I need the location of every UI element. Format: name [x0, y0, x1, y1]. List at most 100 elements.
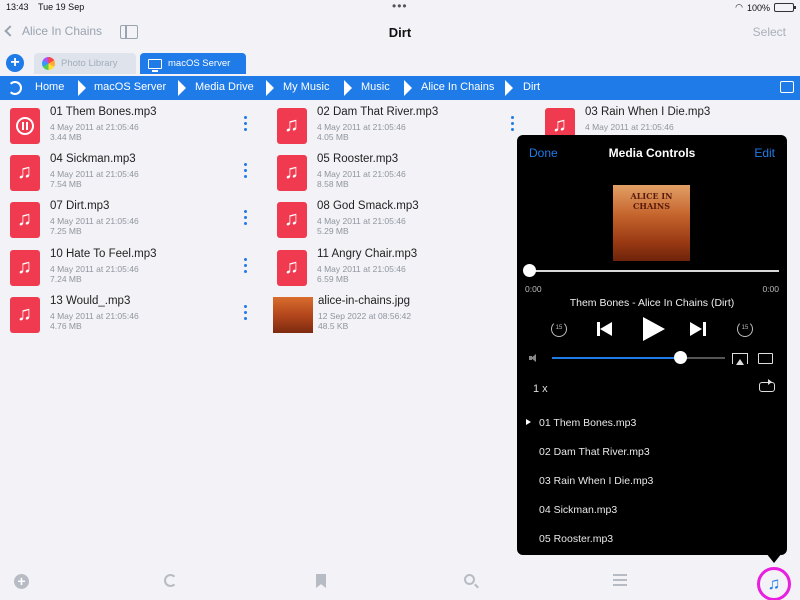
breadcrumb-home[interactable]: Home [35, 81, 64, 93]
edit-button[interactable]: Edit [754, 146, 775, 160]
skip-back-seconds: 15 [555, 325, 563, 331]
file-size: 3.44 MB [50, 132, 82, 142]
more-options-icon[interactable] [244, 210, 248, 228]
breadcrumb-my-music[interactable]: My Music [283, 81, 329, 93]
playback-speed-button[interactable]: 1 x [533, 383, 548, 395]
file-date: 4 May 2011 at 21:05:46 [585, 122, 674, 132]
file-date: 4 May 2011 at 21:05:46 [50, 264, 139, 274]
list-item[interactable]: ♫ 02 Dam That River.mp3 4 May 2011 at 21… [277, 104, 527, 148]
file-date: 4 May 2011 at 21:05:46 [317, 169, 406, 179]
music-file-icon: ♫ [10, 202, 40, 238]
skip-back-15-icon[interactable]: 15 [551, 321, 567, 337]
bookmark-icon[interactable] [316, 574, 326, 588]
list-item[interactable]: ♫ 11 Angry Chair.mp3 4 May 2011 at 21:05… [277, 246, 527, 290]
album-art-title: ALICE IN CHAINS [630, 191, 673, 211]
file-size: 7.24 MB [50, 274, 82, 284]
remaining-time: 0:00 [762, 284, 779, 294]
music-file-icon: ♫ [10, 297, 40, 333]
breadcrumb-separator-icon [505, 80, 513, 96]
breadcrumb-media-drive[interactable]: Media Drive [195, 81, 254, 93]
next-track-icon[interactable] [690, 322, 708, 336]
more-options-icon[interactable] [244, 163, 248, 181]
file-date: 4 May 2011 at 21:05:46 [317, 264, 406, 274]
add-tab-button[interactable]: + [6, 54, 24, 72]
tab-macos-server[interactable]: macOS Server [140, 53, 246, 74]
breadcrumb-music[interactable]: Music [361, 81, 390, 93]
elapsed-time: 0:00 [525, 284, 542, 294]
sort-icon[interactable] [613, 574, 627, 587]
seek-slider[interactable] [529, 270, 779, 272]
breadcrumb-separator-icon [78, 80, 86, 96]
airplay-icon[interactable] [732, 353, 748, 365]
file-size: 7.25 MB [50, 226, 82, 236]
music-note-icon[interactable]: ♫ [757, 567, 791, 600]
breadcrumb-alice-in-chains[interactable]: Alice In Chains [421, 81, 494, 93]
breadcrumb: Home macOS Server Media Drive My Music M… [0, 76, 800, 100]
file-name: alice-in-chains.jpg [318, 295, 411, 307]
queue-item[interactable]: 01 Them Bones.mp3 [539, 417, 636, 429]
skip-forward-15-icon[interactable]: 15 [737, 321, 753, 337]
file-name: 08 God Smack.mp3 [317, 200, 419, 212]
repeat-icon[interactable] [759, 379, 775, 392]
breadcrumb-macos-server[interactable]: macOS Server [94, 81, 166, 93]
popover-arrow [766, 553, 782, 563]
file-date: 4 May 2011 at 21:05:46 [317, 122, 406, 132]
volume-slider-knob[interactable] [673, 351, 687, 364]
cast-icon[interactable] [758, 353, 773, 364]
album-art: ALICE IN CHAINS [613, 185, 690, 261]
queue-item[interactable]: 02 Dam That River.mp3 [539, 446, 650, 458]
file-date: 4 May 2011 at 21:05:46 [50, 311, 139, 321]
file-size: 4.76 MB [50, 321, 82, 331]
file-size: 5.29 MB [317, 226, 349, 236]
file-name: 04 Sickman.mp3 [50, 153, 136, 165]
status-time: 13:43 [6, 2, 29, 12]
display-mode-icon[interactable] [780, 81, 794, 93]
queue-item[interactable]: 05 Rooster.mp3 [539, 533, 613, 545]
music-file-icon: ♫ [277, 155, 307, 191]
more-options-icon[interactable] [244, 116, 248, 134]
list-item[interactable]: ♫ 05 Rooster.mp3 4 May 2011 at 21:05:46 … [277, 151, 527, 195]
list-item[interactable]: ♫ 07 Dirt.mp3 4 May 2011 at 21:05:46 7.2… [10, 198, 260, 242]
tab-label: macOS Server [168, 58, 231, 69]
music-file-icon: ♫ [277, 108, 307, 144]
add-icon[interactable]: + [14, 574, 29, 589]
list-item[interactable]: ♫ 04 Sickman.mp3 4 May 2011 at 21:05:46 … [10, 151, 260, 195]
history-icon[interactable] [8, 81, 22, 95]
file-name: 01 Them Bones.mp3 [50, 106, 157, 118]
file-size: 4.05 MB [317, 132, 349, 142]
list-item[interactable]: 01 Them Bones.mp3 4 May 2011 at 21:05:46… [10, 104, 260, 148]
file-size: 6.59 MB [317, 274, 349, 284]
tab-photo-library[interactable]: Photo Library [34, 53, 136, 74]
search-icon[interactable] [464, 574, 475, 585]
list-item[interactable]: ♫ 13 Would_.mp3 4 May 2011 at 21:05:46 4… [10, 293, 260, 337]
wifi-icon: ◠ [735, 2, 743, 12]
file-name: 11 Angry Chair.mp3 [317, 248, 418, 260]
volume-slider-fill [552, 357, 681, 359]
multitasking-dots-icon[interactable]: ••• [392, 0, 408, 13]
more-options-icon[interactable] [244, 305, 248, 323]
bottom-toolbar: + ♫ [0, 566, 800, 600]
tab-label: Photo Library [61, 58, 118, 69]
done-button[interactable]: Done [529, 146, 558, 160]
more-options-icon[interactable] [244, 258, 248, 276]
now-playing-marker-icon [526, 419, 531, 425]
music-file-icon: ♫ [277, 202, 307, 238]
refresh-icon[interactable] [164, 574, 177, 587]
list-item[interactable]: alice-in-chains.jpg 12 Sep 2022 at 08:56… [273, 293, 523, 337]
file-date: 4 May 2011 at 21:05:46 [50, 169, 139, 179]
seek-slider-knob[interactable] [523, 264, 536, 277]
select-button[interactable]: Select [753, 25, 786, 39]
file-name: 10 Hate To Feel.mp3 [50, 248, 157, 260]
breadcrumb-dirt[interactable]: Dirt [523, 81, 540, 93]
list-item[interactable]: ♫ 10 Hate To Feel.mp3 4 May 2011 at 21:0… [10, 246, 260, 290]
previous-track-icon[interactable] [597, 322, 615, 336]
queue-item[interactable]: 03 Rain When I Die.mp3 [539, 475, 653, 487]
music-file-icon: ♫ [277, 250, 307, 286]
file-size: 48.5 KB [318, 321, 349, 331]
status-date: Tue 19 Sep [38, 2, 85, 12]
more-options-icon[interactable] [511, 116, 515, 134]
list-item[interactable]: ♫ 08 God Smack.mp3 4 May 2011 at 21:05:4… [277, 198, 527, 242]
queue-item[interactable]: 04 Sickman.mp3 [539, 504, 617, 516]
image-thumbnail [273, 297, 313, 333]
play-icon[interactable] [643, 317, 665, 341]
